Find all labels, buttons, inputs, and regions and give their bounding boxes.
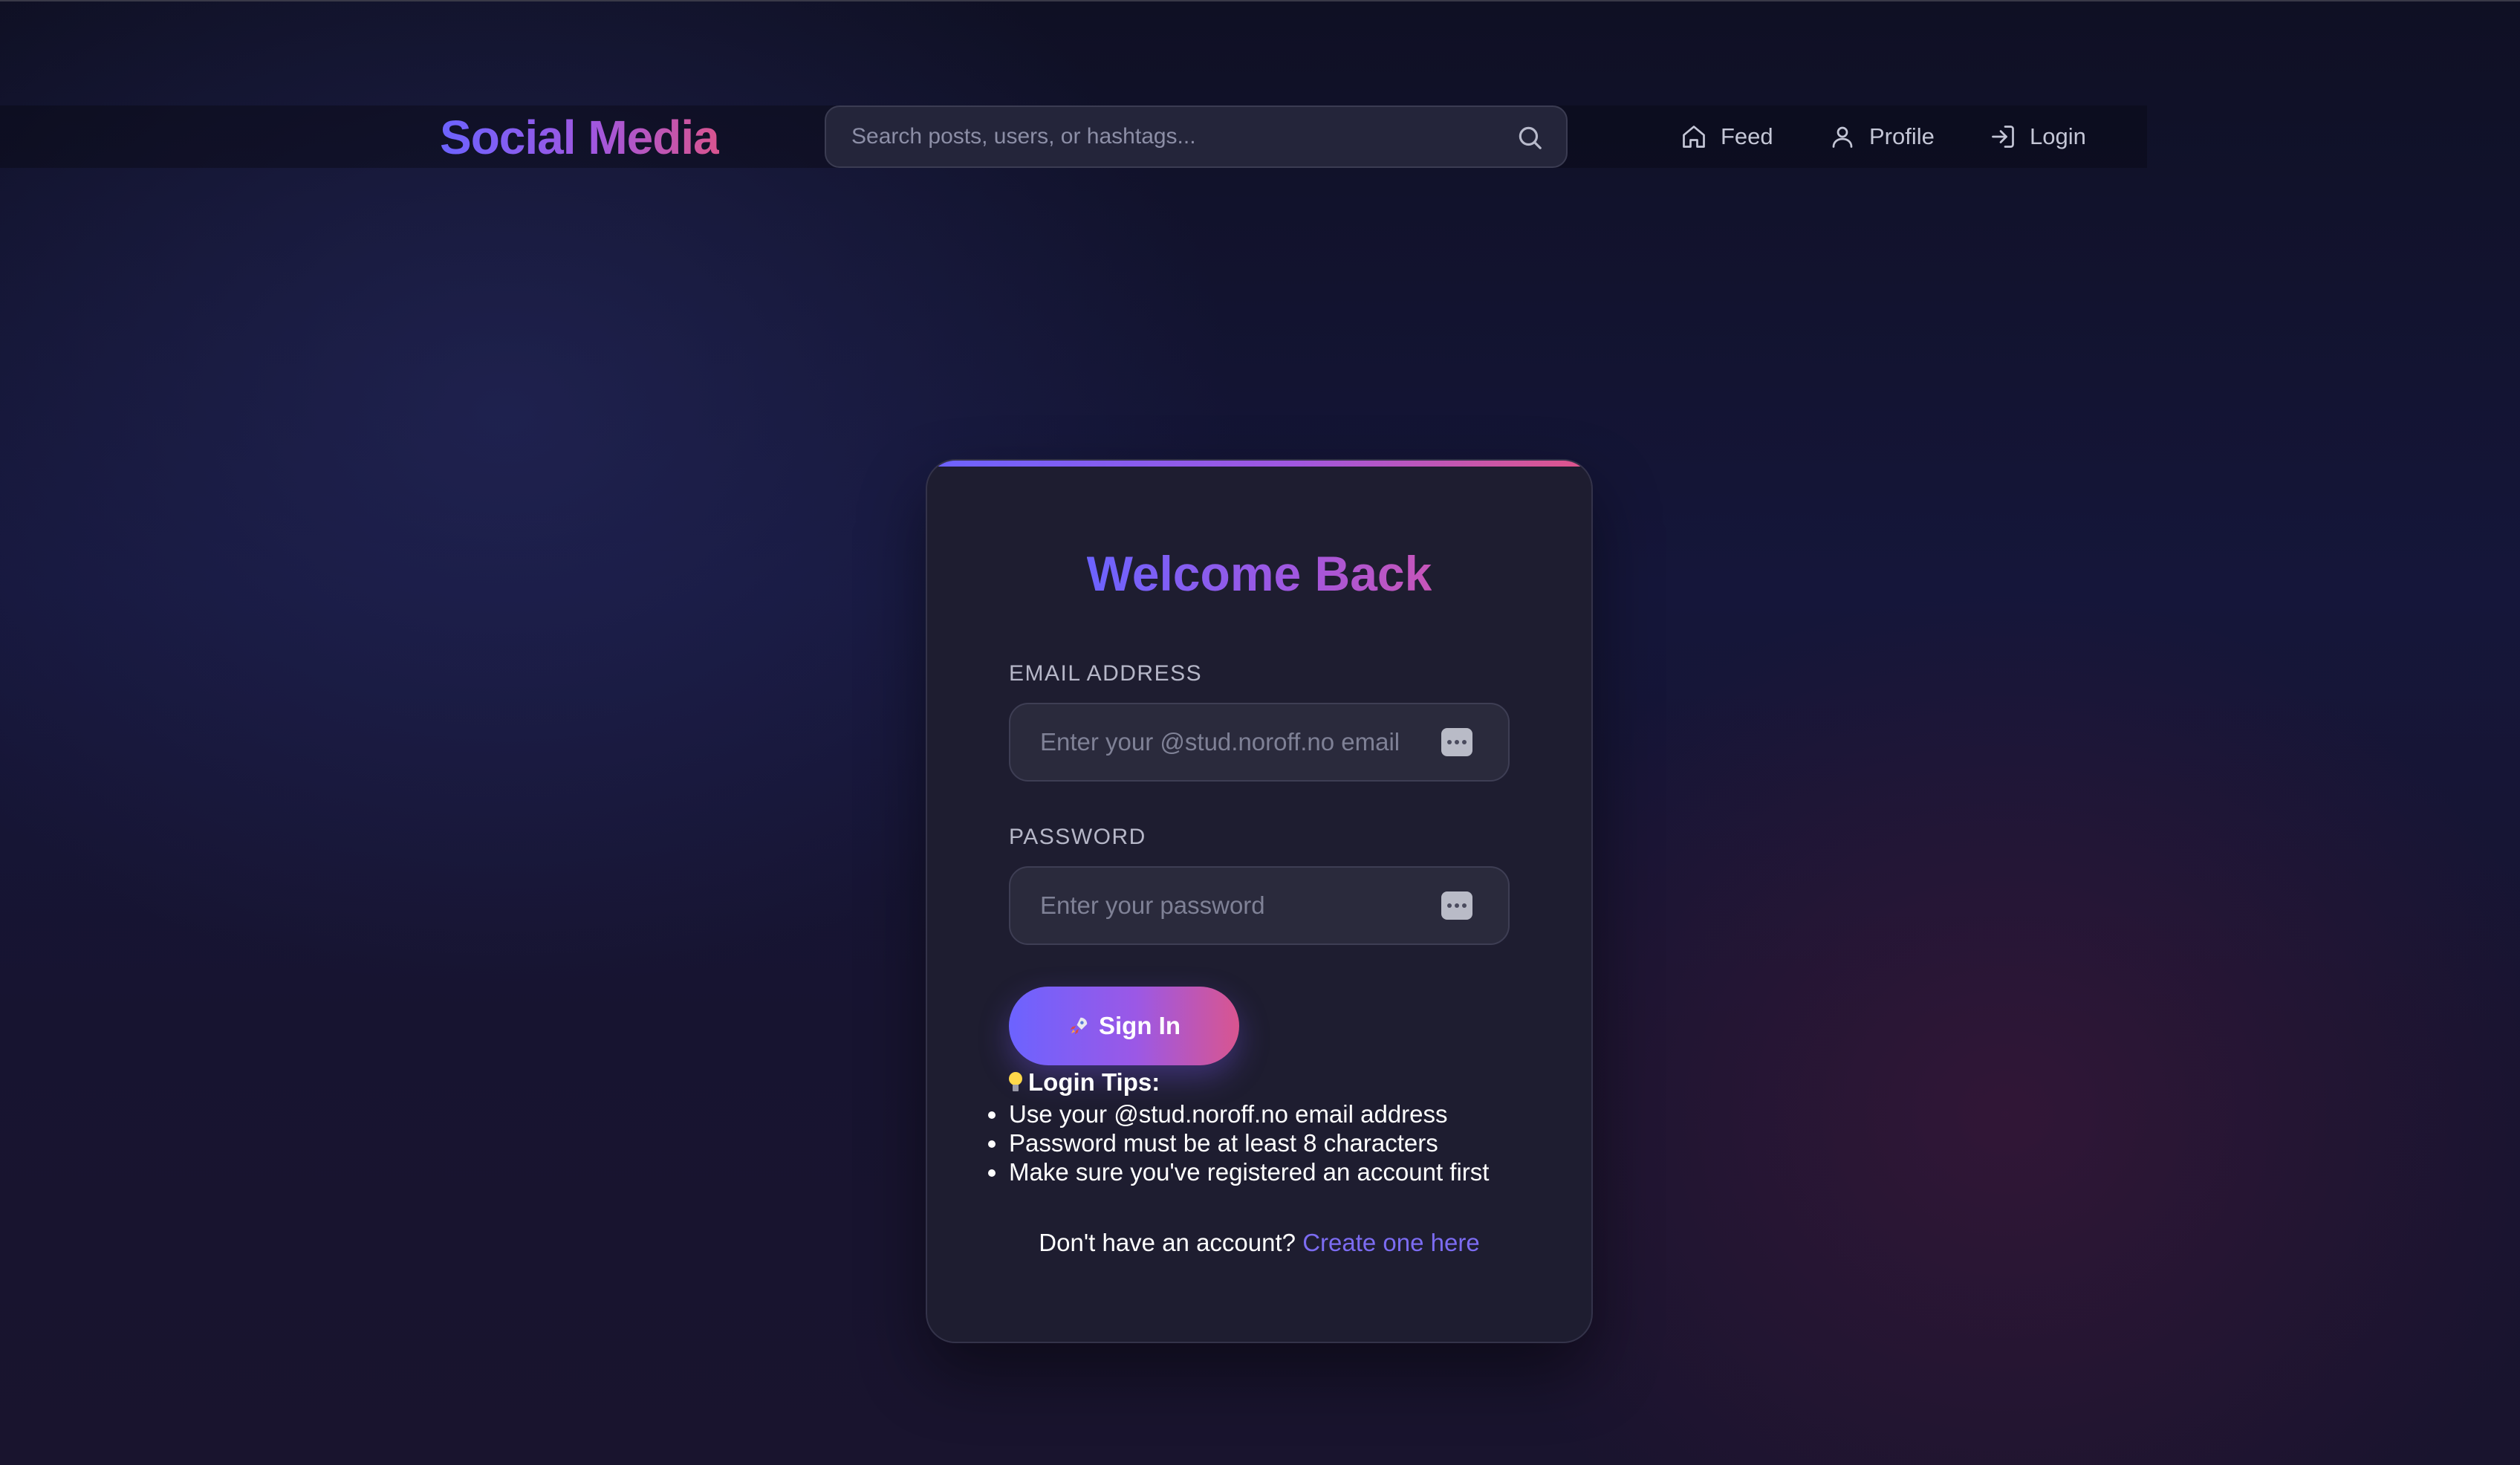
password-label: PASSWORD bbox=[1009, 825, 1146, 849]
lightbulb-icon bbox=[1009, 1072, 1022, 1093]
nav-profile[interactable]: Profile bbox=[1829, 111, 1935, 162]
password-manager-icon[interactable] bbox=[1441, 728, 1472, 756]
password-placeholder: Enter your password bbox=[1040, 891, 1265, 919]
sign-in-label: Sign In bbox=[1099, 1012, 1181, 1039]
email-label: EMAIL ADDRESS bbox=[1009, 661, 1203, 686]
email-field[interactable]: Enter your @stud.noroff.no email bbox=[1009, 703, 1510, 782]
login-icon bbox=[1992, 126, 2014, 148]
login-card: Welcome Back EMAIL ADDRESS Enter your @s… bbox=[926, 459, 1593, 1343]
list-item: Use your @stud.noroff.no email address bbox=[985, 1099, 1489, 1128]
create-account-link[interactable]: Create one here bbox=[1302, 1229, 1480, 1256]
login-tips-heading: Login Tips: bbox=[1009, 1065, 1160, 1099]
list-item: Password must be at least 8 characters bbox=[985, 1128, 1489, 1157]
window-top-border bbox=[0, 0, 2520, 1]
search-input[interactable]: Search posts, users, or hashtags... bbox=[825, 105, 1568, 168]
nav-login[interactable]: Login bbox=[1990, 111, 2086, 162]
login-tips-title: Login Tips: bbox=[1028, 1068, 1160, 1096]
nav-feed[interactable]: Feed bbox=[1680, 111, 1773, 162]
email-placeholder: Enter your @stud.noroff.no email bbox=[1040, 728, 1400, 756]
list-item: Make sure you've registered an account f… bbox=[985, 1157, 1489, 1186]
search-icon[interactable] bbox=[1516, 123, 1544, 152]
nav-profile-label: Profile bbox=[1869, 123, 1935, 149]
signup-prompt: Don't have an account? Create one here bbox=[927, 1229, 1591, 1257]
site-logo[interactable]: Social Media bbox=[440, 108, 720, 166]
home-icon bbox=[1683, 126, 1705, 148]
password-manager-icon[interactable] bbox=[1441, 891, 1472, 920]
user-icon bbox=[1832, 126, 1853, 148]
login-tips-list: Use your @stud.noroff.no email address P… bbox=[985, 1099, 1489, 1186]
page-title: Welcome Back bbox=[927, 542, 1591, 605]
signup-prompt-text: Don't have an account? bbox=[1039, 1229, 1296, 1256]
card-accent-bar bbox=[927, 461, 1591, 467]
page-title-text: Welcome Back bbox=[1086, 546, 1432, 601]
nav-login-label: Login bbox=[2030, 123, 2086, 149]
password-field[interactable]: Enter your password bbox=[1009, 866, 1510, 945]
search-placeholder: Search posts, users, or hashtags... bbox=[851, 124, 1196, 149]
sign-in-button[interactable]: Sign In bbox=[1009, 987, 1239, 1065]
rocket-icon bbox=[1070, 1017, 1088, 1035]
nav-feed-label: Feed bbox=[1721, 123, 1773, 149]
